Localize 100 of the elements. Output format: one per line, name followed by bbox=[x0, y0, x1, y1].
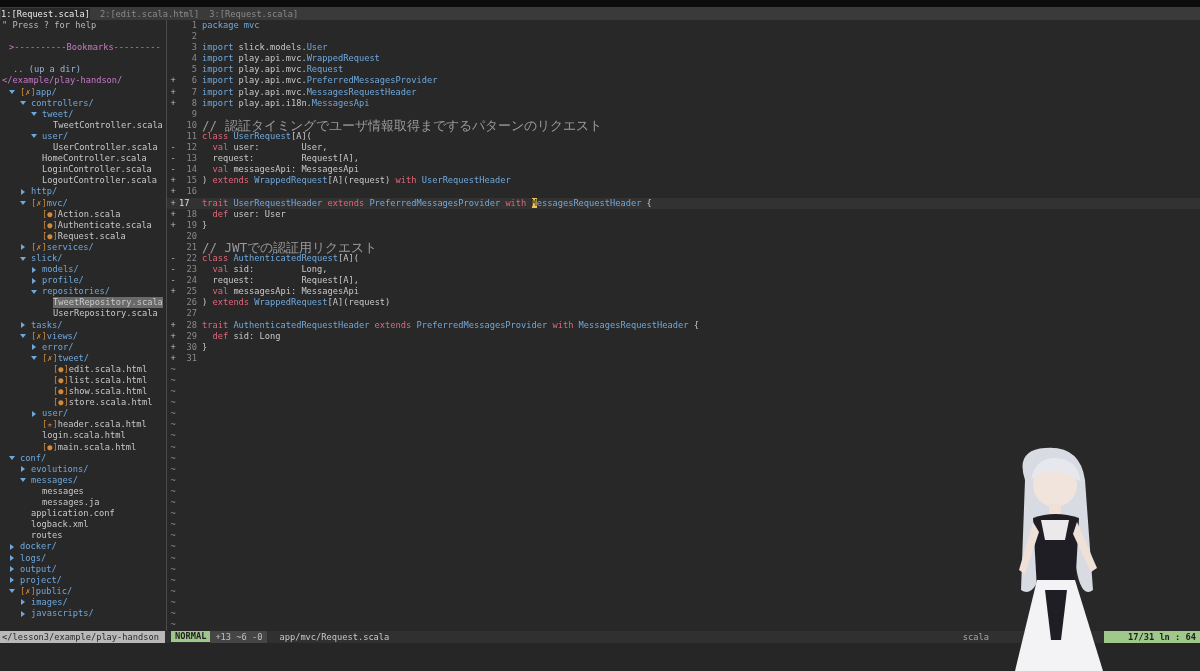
folder-item[interactable]: [✗]mvc/ bbox=[31, 197, 68, 209]
line-number: 1 bbox=[190, 20, 198, 32]
folder-item[interactable]: slick/ bbox=[31, 252, 63, 265]
empty-line-marker: ~ bbox=[169, 419, 177, 431]
empty-line-marker: ~ bbox=[169, 596, 177, 608]
empty-line-marker: ~ bbox=[169, 363, 177, 375]
caret-right-icon[interactable] bbox=[9, 543, 15, 550]
file-item[interactable]: [●]store.scala.html bbox=[53, 397, 153, 409]
caret-right-icon[interactable] bbox=[20, 610, 26, 617]
diff-sign: - bbox=[169, 252, 177, 265]
folder-item[interactable]: [✗]services/ bbox=[31, 241, 94, 253]
file-item[interactable]: UserRepository.scala bbox=[53, 308, 158, 320]
caret-right-icon[interactable] bbox=[9, 566, 15, 573]
caret-right-icon[interactable] bbox=[9, 555, 15, 562]
caret-down-icon[interactable] bbox=[20, 255, 26, 262]
empty-line-marker: ~ bbox=[169, 574, 177, 586]
caret-right-icon[interactable] bbox=[9, 577, 15, 584]
file-item[interactable]: [✭]header.scala.html bbox=[42, 419, 147, 431]
up-dir-link[interactable]: .. (up a dir) bbox=[13, 64, 81, 76]
folder-item[interactable]: models/ bbox=[42, 264, 79, 276]
caret-down-icon[interactable] bbox=[20, 200, 26, 207]
file-item[interactable]: [●]main.scala.html bbox=[42, 441, 137, 453]
file-item[interactable]: [●]Action.scala bbox=[42, 208, 121, 220]
file-item[interactable]: TweetController.scala bbox=[53, 119, 163, 131]
folder-item[interactable]: output/ bbox=[20, 563, 57, 575]
empty-line-marker: ~ bbox=[169, 530, 177, 542]
caret-down-icon[interactable] bbox=[20, 477, 26, 484]
file-item[interactable]: messages.ja bbox=[42, 497, 100, 509]
folder-item[interactable]: user/ bbox=[42, 408, 69, 420]
folder-item[interactable]: evolutions/ bbox=[31, 463, 89, 475]
file-item[interactable]: LoginController.scala bbox=[42, 164, 152, 176]
folder-item[interactable]: [✗]app/ bbox=[20, 86, 57, 98]
folder-item[interactable]: images/ bbox=[31, 596, 68, 608]
code-line: } bbox=[202, 341, 208, 353]
tab[interactable]: 2:[edit.scala.html] bbox=[99, 8, 200, 20]
line-number: 14 bbox=[185, 164, 198, 176]
help-text: " Press ? for help bbox=[2, 20, 97, 32]
caret-down-icon[interactable] bbox=[31, 288, 37, 295]
file-item[interactable]: login.scala.html bbox=[42, 430, 126, 442]
empty-line-marker: ~ bbox=[169, 386, 177, 398]
folder-item[interactable]: messages/ bbox=[31, 474, 79, 486]
empty-line-marker: ~ bbox=[169, 519, 177, 531]
caret-down-icon[interactable] bbox=[20, 100, 26, 107]
folder-item[interactable]: repositories/ bbox=[42, 286, 110, 298]
caret-down-icon[interactable] bbox=[20, 333, 26, 340]
folder-item[interactable]: http/ bbox=[31, 186, 58, 198]
empty-line-marker: ~ bbox=[169, 474, 177, 486]
file-item[interactable]: logback.xml bbox=[31, 519, 89, 531]
caret-right-icon[interactable] bbox=[20, 322, 26, 329]
tab[interactable]: 3:[Request.scala] bbox=[209, 8, 299, 20]
folder-item[interactable]: tweet/ bbox=[42, 108, 74, 120]
folder-item[interactable]: controllers/ bbox=[31, 97, 94, 109]
file-item[interactable]: routes bbox=[31, 530, 63, 542]
folder-item[interactable]: [✗]public/ bbox=[20, 585, 73, 597]
folder-item[interactable]: docker/ bbox=[20, 541, 57, 553]
caret-right-icon[interactable] bbox=[31, 277, 37, 284]
file-item[interactable]: TweetRepository.scala bbox=[53, 297, 163, 309]
file-item[interactable]: [●]list.scala.html bbox=[53, 375, 148, 387]
line-number: 21 bbox=[185, 241, 198, 253]
diff-sign: + bbox=[169, 186, 177, 198]
file-item[interactable]: messages bbox=[42, 485, 84, 498]
code-line: val messagesApi: MessagesApi bbox=[211, 164, 359, 176]
file-item[interactable]: [●]edit.scala.html bbox=[53, 363, 148, 375]
folder-item[interactable]: javascripts/ bbox=[31, 607, 94, 620]
folder-item[interactable]: tasks/ bbox=[31, 319, 63, 331]
caret-right-icon[interactable] bbox=[20, 599, 26, 606]
caret-right-icon[interactable] bbox=[31, 410, 37, 417]
file-item[interactable]: LogoutController.scala bbox=[42, 175, 158, 187]
file-item[interactable]: [●]show.scala.html bbox=[53, 386, 148, 398]
code-line: request: Request[A], bbox=[211, 275, 359, 287]
folder-item[interactable]: profile/ bbox=[42, 275, 84, 287]
caret-down-icon[interactable] bbox=[31, 355, 37, 362]
folder-item[interactable]: logs/ bbox=[20, 552, 47, 564]
caret-right-icon[interactable] bbox=[31, 344, 37, 351]
folder-item[interactable]: conf/ bbox=[20, 452, 47, 464]
code-line: def user: User bbox=[211, 208, 286, 220]
file-item[interactable]: UserController.scala bbox=[53, 142, 158, 154]
caret-right-icon[interactable] bbox=[31, 266, 37, 273]
caret-down-icon[interactable] bbox=[9, 455, 15, 462]
folder-item[interactable]: [✗]views/ bbox=[31, 330, 79, 342]
file-item[interactable]: [●]Authenticate.scala bbox=[42, 219, 152, 231]
folder-item[interactable]: project/ bbox=[20, 574, 62, 586]
folder-item[interactable]: error/ bbox=[42, 341, 74, 353]
caret-right-icon[interactable] bbox=[20, 244, 26, 251]
file-item[interactable]: application.conf bbox=[31, 508, 115, 520]
caret-down-icon[interactable] bbox=[31, 111, 37, 118]
caret-down-icon[interactable] bbox=[31, 133, 37, 140]
file-item[interactable]: HomeController.scala bbox=[42, 153, 147, 165]
diff-sign: + bbox=[169, 219, 177, 231]
file-item[interactable]: [●]Request.scala bbox=[42, 230, 126, 242]
empty-line-marker: ~ bbox=[169, 508, 177, 520]
caret-right-icon[interactable] bbox=[20, 188, 26, 195]
line-number: 12 bbox=[185, 142, 198, 154]
tab[interactable]: 1:[Request.scala] bbox=[1, 8, 90, 20]
caret-right-icon[interactable] bbox=[20, 466, 26, 473]
folder-item[interactable]: user/ bbox=[42, 130, 69, 143]
caret-down-icon[interactable] bbox=[9, 588, 15, 595]
empty-line-marker: ~ bbox=[169, 452, 177, 464]
folder-item[interactable]: [✗]tweet/ bbox=[42, 352, 90, 364]
caret-down-icon[interactable] bbox=[9, 89, 15, 96]
